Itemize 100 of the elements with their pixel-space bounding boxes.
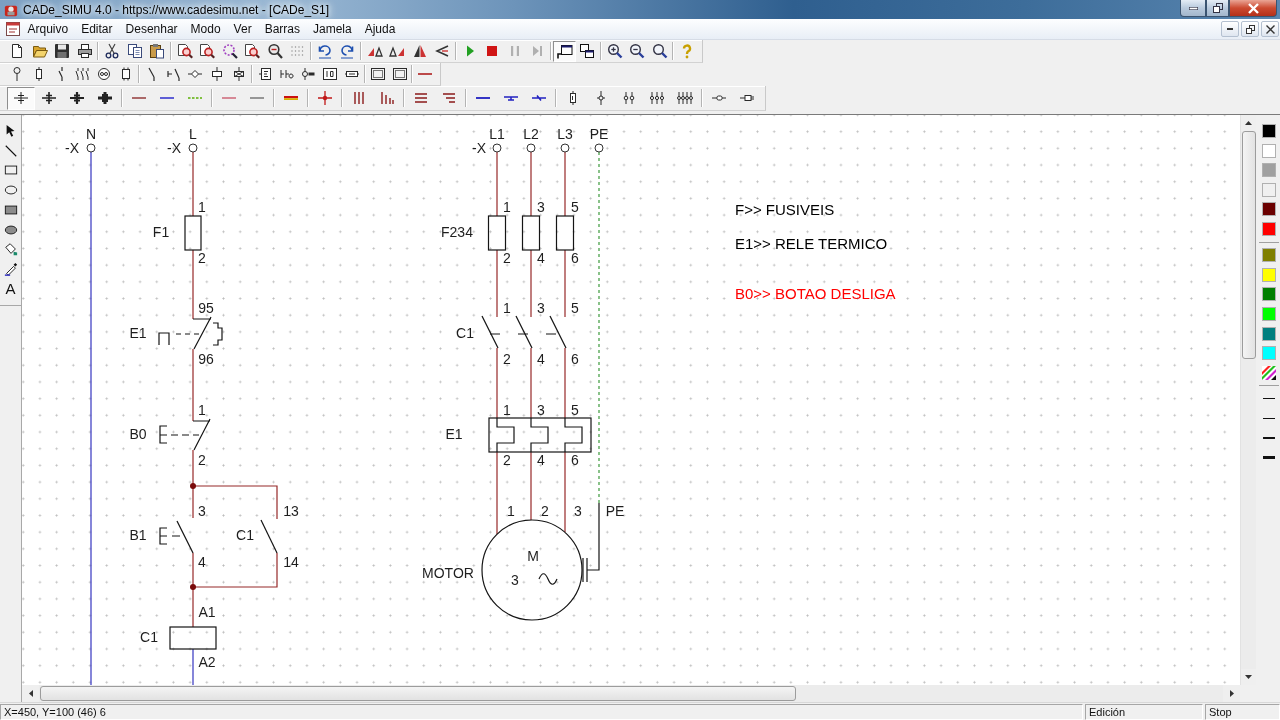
minimize-icon — [1227, 28, 1233, 30]
color-swatch-icon[interactable] — [1261, 326, 1276, 341]
close-button[interactable] — [1261, 21, 1279, 37]
minimize-icon — [1188, 6, 1198, 10]
line-width-icon — [1262, 437, 1275, 440]
dashed-line-icon — [188, 97, 202, 99]
pin-number: 3 — [537, 199, 545, 215]
pin-number: 5 — [571, 402, 579, 418]
terminal-name: N — [85, 126, 97, 142]
wire — [564, 151, 566, 217]
switch-icon — [57, 67, 64, 81]
menu-item[interactable]: Arquivo — [21, 20, 75, 38]
zoom-icon — [651, 43, 668, 59]
toolbar-button[interactable] — [553, 40, 576, 62]
coil-icon — [212, 67, 223, 81]
color-swatch-icon[interactable] — [1261, 182, 1276, 197]
pin-number: 5 — [571, 199, 579, 215]
terminal-pin-icon — [596, 91, 606, 105]
junction-dot — [190, 483, 196, 489]
pin-number: 3 — [198, 503, 206, 519]
pin-number: 6 — [571, 452, 579, 468]
caret-up-icon — [1245, 121, 1252, 125]
menu-item[interactable]: Editar — [75, 20, 119, 38]
open-folder-icon — [31, 43, 48, 59]
wire — [192, 151, 194, 217]
line-icon — [476, 97, 490, 99]
wire — [564, 347, 566, 419]
line-icon — [132, 97, 146, 99]
component-tag: E1 — [445, 426, 463, 442]
color-swatch-icon[interactable] — [1261, 202, 1276, 217]
color-swatch-icon[interactable] — [1261, 248, 1276, 263]
pin-number: 4 — [537, 351, 545, 367]
line-width-icon — [1262, 398, 1275, 400]
color-swatch-icon[interactable] — [1261, 221, 1276, 236]
terminal-pin-icon — [13, 66, 21, 82]
terminal-icon — [594, 143, 604, 153]
wire-cross-icon — [42, 92, 56, 104]
pin-number: 1 — [507, 503, 515, 519]
terminal-name: L1 — [489, 126, 505, 142]
terminal-name: L2 — [523, 126, 539, 142]
pin-number: 5 — [571, 300, 579, 316]
menu-item[interactable]: Jamela — [306, 20, 358, 38]
wire — [530, 451, 532, 521]
menu-item[interactable]: Desenhar — [119, 20, 184, 38]
wire — [192, 648, 194, 685]
scrollbar-thumb[interactable] — [1241, 131, 1256, 359]
pin-number: PE — [605, 503, 625, 519]
wire — [530, 249, 532, 318]
close-icon — [1265, 24, 1275, 34]
three-pole-switch-icon — [74, 67, 90, 81]
restore-button[interactable] — [1206, 0, 1229, 17]
zoom-in-icon — [606, 43, 623, 59]
scrollbar-thumb[interactable] — [40, 686, 796, 701]
paint-bucket-icon — [3, 242, 18, 257]
wire — [496, 151, 498, 217]
minimize-button[interactable] — [1221, 21, 1239, 37]
fuse-symbol — [184, 215, 202, 251]
line-slash-icon — [532, 95, 546, 101]
color-swatch-icon[interactable] — [1261, 163, 1276, 178]
pin-number: 2 — [541, 503, 549, 519]
color-swatch-icon[interactable] — [1261, 124, 1276, 138]
redo-icon — [339, 43, 355, 59]
terminal-marker: -X — [472, 140, 486, 156]
color-swatch-icon[interactable] — [1261, 267, 1276, 282]
restore-button[interactable] — [1241, 21, 1259, 37]
color-swatch-icon[interactable] — [1261, 346, 1276, 361]
vertical-lines-icon — [380, 92, 394, 104]
pin-number: 3 — [537, 300, 545, 316]
caret-right-icon — [1229, 690, 1234, 697]
mirror-icon — [411, 43, 428, 59]
color-swatch-icon[interactable] — [1261, 287, 1276, 302]
page-magnifier-icon — [244, 43, 260, 59]
pushbutton-icon — [167, 67, 181, 81]
text-tool-button[interactable]: A — [0, 279, 21, 299]
line-icon — [160, 97, 174, 99]
pin-number: 2 — [503, 351, 511, 367]
menu-item[interactable]: Barras — [258, 20, 306, 38]
pushbutton-symbol — [159, 520, 194, 554]
component-tag: F234 — [441, 224, 473, 240]
menu-item[interactable]: Ajuda — [358, 20, 402, 38]
line-tick-icon — [504, 95, 518, 101]
minimize-button[interactable] — [1180, 0, 1206, 17]
terminal-row-icon — [650, 92, 664, 104]
close-button[interactable] — [1229, 0, 1277, 17]
color-swatch-icon[interactable] — [1261, 143, 1276, 158]
dashed-magnifier-icon — [221, 43, 238, 59]
wire — [564, 249, 566, 318]
resistor-icon — [344, 71, 359, 77]
color-swatch-icon[interactable] — [1261, 306, 1276, 321]
terminal-name: L3 — [557, 126, 573, 142]
document-icon — [5, 21, 21, 37]
pin-number: A1 — [198, 604, 216, 620]
menu-item[interactable]: Ver — [227, 20, 258, 38]
thermal-contact-symbol — [158, 316, 223, 350]
window-icon — [556, 43, 573, 59]
component-tag: F1 — [152, 224, 170, 240]
menu-item[interactable]: Modo — [184, 20, 227, 38]
line-icon — [222, 97, 236, 99]
pin-number: 14 — [283, 554, 299, 570]
toolbar-button[interactable] — [7, 86, 35, 110]
